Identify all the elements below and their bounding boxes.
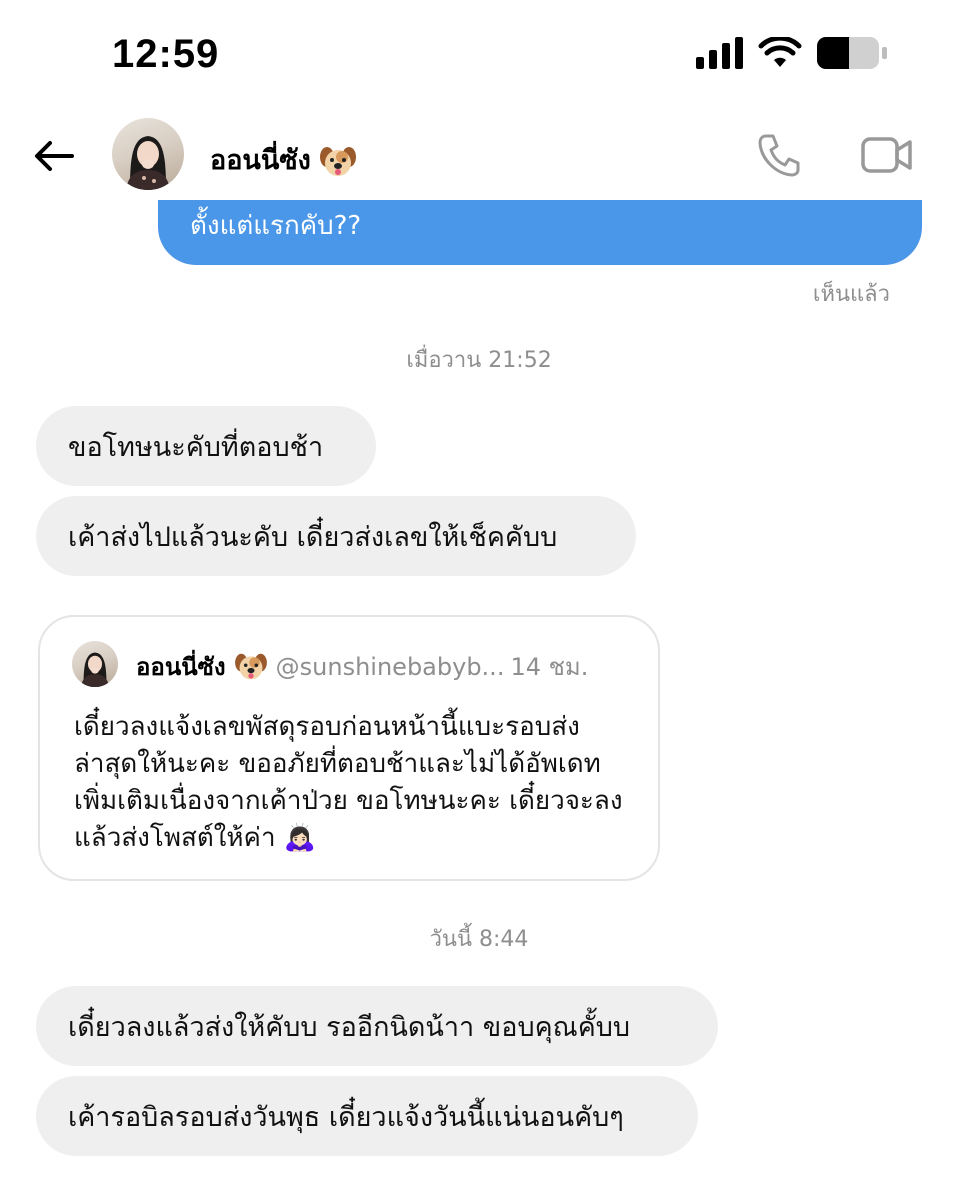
- timestamp-today: วันนี้ 8:44: [429, 927, 529, 952]
- dog-face-icon: [234, 653, 267, 679]
- chat-header: ออนนี่ซัง: [0, 110, 958, 200]
- shared-post-body: เดี๋ยวลงแจ้งเลขพัสดุรอบก่อนหน้านี้แบะรอบ…: [74, 712, 623, 853]
- received-message-bubble[interactable]: เค้าส่งไปแล้วนะคับ เดี๋ยวส่งเลขให้เช็คคั…: [36, 496, 636, 576]
- received-message-text: เค้ารอบิลรอบส่งวันพุธ เดี๋ยวแจ้งวันนี้แน…: [68, 1101, 624, 1133]
- avatar-photo-icon: [126, 136, 170, 190]
- signal-icon: [696, 37, 743, 69]
- received-message-text: ขอโทษนะคับที่ตอบช้า: [68, 431, 324, 463]
- video-camera-icon[interactable]: [860, 132, 914, 178]
- timestamp-yesterday: เมื่อวาน 21:52: [406, 348, 552, 373]
- shared-post-avatar: [72, 641, 118, 687]
- shared-post-name: ออนนี่ซัง: [136, 653, 226, 681]
- shared-post-header: ออนนี่ซัง @sunshinebabyb... 14 ชม.: [136, 647, 588, 686]
- received-message-bubble[interactable]: ขอโทษนะคับที่ตอบช้า: [36, 406, 376, 486]
- contact-avatar[interactable]: [112, 118, 184, 190]
- status-time: 12:59: [112, 32, 220, 76]
- received-message-text: เค้าส่งไปแล้วนะคับ เดี๋ยวส่งเลขให้เช็คคั…: [68, 521, 558, 553]
- sent-message-text: ตั้งแต่แรกคับ??: [190, 211, 362, 241]
- received-message-bubble[interactable]: เดี๋ยวลงแล้วส่งให้คับบ รออีกนิดน้าา ขอบค…: [36, 986, 718, 1066]
- dog-face-icon: [319, 146, 356, 176]
- status-icons: [696, 36, 888, 70]
- phone-icon[interactable]: [754, 130, 804, 180]
- received-message-bubble[interactable]: เค้ารอบิลรอบส่งวันพุธ เดี๋ยวแจ้งวันนี้แน…: [36, 1076, 698, 1156]
- shared-post-card[interactable]: ออนนี่ซัง @sunshinebabyb... 14 ชม. เดี๋ย…: [38, 615, 660, 881]
- avatar-photo-icon: [80, 652, 110, 687]
- contact-name-text: ออนนี่ซัง: [210, 145, 311, 176]
- battery-icon: [817, 37, 887, 69]
- status-bar: 12:59: [0, 0, 958, 110]
- seen-label: เห็นแล้ว: [812, 282, 890, 307]
- shared-post-handle: @sunshinebabyb...: [275, 652, 505, 681]
- back-arrow-icon[interactable]: [30, 132, 78, 180]
- wifi-icon: [758, 37, 802, 67]
- shared-post-time: 14 ชม.: [510, 653, 589, 681]
- contact-name[interactable]: ออนนี่ซัง: [210, 138, 357, 181]
- received-message-text: เดี๋ยวลงแล้วส่งให้คับบ รออีกนิดน้าา ขอบค…: [68, 1011, 631, 1043]
